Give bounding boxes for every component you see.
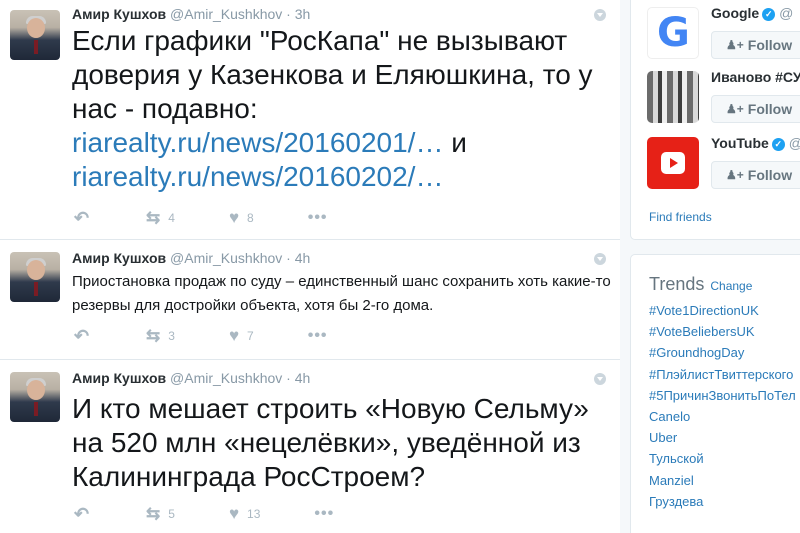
- like-button[interactable]: ♥ 13: [229, 504, 260, 524]
- tweet-text: Если графики "РосКапа" не вызывают довер…: [72, 25, 593, 192]
- avatar[interactable]: [10, 10, 60, 60]
- trends-card: Trends Change #Vote1DirectionUK #VoteBeli…: [630, 254, 800, 533]
- reply-button[interactable]: [74, 330, 92, 342]
- more-button[interactable]: •••: [308, 209, 328, 227]
- retweet-button[interactable]: ⇆ 5: [146, 504, 175, 524]
- follow-button[interactable]: ♟+ Follow: [711, 31, 800, 59]
- tweet[interactable]: Амир Кушхов @Amir_Kushkhov · 3h Если гра…: [0, 0, 620, 240]
- retweet-icon: ⇆: [146, 504, 161, 523]
- retweet-count: 3: [168, 329, 175, 343]
- trend-item[interactable]: #VoteBeliebersUK: [649, 321, 796, 342]
- reply-button[interactable]: [74, 508, 92, 520]
- trends-title: Trends Change: [649, 274, 753, 294]
- follow-button[interactable]: ♟+ Follow: [711, 95, 800, 123]
- author-name[interactable]: Амир Кушхов: [72, 250, 166, 266]
- add-user-icon: ♟+: [726, 168, 744, 182]
- tweet-actions: ⇆3 ♥7 •••: [74, 326, 382, 346]
- tweet[interactable]: Амир Кушхов @Amir_Kushkhov · 4h И кто ме…: [0, 360, 620, 533]
- more-button[interactable]: •••: [314, 505, 334, 523]
- tweet-actions: ⇆5 ♥13 •••: [74, 504, 388, 524]
- tweet-header: Амир Кушхов @Amir_Kushkhov · 4h: [72, 250, 311, 266]
- like-count: 7: [247, 329, 254, 343]
- reply-icon: [74, 330, 92, 342]
- like-button[interactable]: ♥ 7: [229, 326, 254, 346]
- youtube-logo[interactable]: [647, 137, 699, 189]
- tweet-link[interactable]: riarealty.ru/news/20160201/…: [72, 127, 443, 158]
- account-name[interactable]: Иваново #СУ: [711, 69, 800, 85]
- heart-icon: ♥: [228, 326, 240, 345]
- tweet-text: Приостановка продаж по суду – единственн…: [72, 273, 611, 314]
- change-trends-link[interactable]: Change: [710, 279, 752, 293]
- account-image[interactable]: [647, 71, 699, 123]
- trend-item[interactable]: Тульской: [649, 448, 796, 469]
- trend-item[interactable]: #Vote1DirectionUK: [649, 300, 796, 321]
- like-button[interactable]: ♥ 8: [229, 208, 254, 228]
- account-name[interactable]: YouTube✓ @: [711, 135, 800, 151]
- trend-item[interactable]: Canelo: [649, 406, 796, 427]
- avatar[interactable]: [10, 372, 60, 422]
- author-name[interactable]: Амир Кушхов: [72, 6, 166, 22]
- author-handle[interactable]: @Amir_Kushkhov: [170, 370, 282, 386]
- chevron-down-icon[interactable]: [594, 9, 606, 21]
- author-handle[interactable]: @Amir_Kushkhov: [170, 6, 282, 22]
- author-name[interactable]: Амир Кушхов: [72, 370, 166, 386]
- add-user-icon: ♟+: [726, 38, 744, 52]
- retweet-icon: ⇆: [146, 326, 161, 345]
- more-icon: •••: [307, 209, 328, 226]
- more-button[interactable]: •••: [308, 327, 328, 345]
- tweet-time[interactable]: 4h: [295, 250, 311, 266]
- trend-item[interactable]: Manziel: [649, 470, 796, 491]
- reply-icon: [74, 508, 92, 520]
- more-icon: •••: [307, 327, 328, 344]
- trend-item[interactable]: #5ПричинЗвонитьПоТел: [649, 385, 796, 406]
- chevron-down-icon[interactable]: [594, 253, 606, 265]
- tweet-time[interactable]: 4h: [295, 370, 311, 386]
- more-icon: •••: [314, 505, 335, 522]
- retweet-button[interactable]: ⇆ 3: [146, 326, 175, 346]
- heart-icon: ♥: [228, 504, 240, 523]
- retweet-button[interactable]: ⇆ 4: [146, 208, 175, 228]
- retweet-icon: ⇆: [146, 208, 161, 227]
- like-count: 8: [247, 211, 254, 225]
- account-name[interactable]: Google ✓ @: [711, 5, 793, 21]
- retweet-count: 5: [168, 507, 175, 521]
- timeline: Амир Кушхов @Amir_Kushkhov · 3h Если гра…: [0, 0, 620, 533]
- follow-button[interactable]: ♟+ Follow: [711, 161, 800, 189]
- trend-item[interactable]: #GroundhogDay: [649, 342, 796, 363]
- google-logo[interactable]: G: [647, 7, 699, 59]
- tweet-header: Амир Кушхов @Amir_Kushkhov · 4h: [72, 370, 311, 386]
- chevron-down-icon[interactable]: [594, 373, 606, 385]
- trend-item[interactable]: Груздева: [649, 491, 796, 512]
- trend-item[interactable]: #ПлэйлистТвиттерского: [649, 364, 796, 385]
- heart-icon: ♥: [228, 208, 240, 227]
- reply-button[interactable]: [74, 212, 92, 224]
- find-friends-link[interactable]: Find friends: [649, 210, 712, 224]
- tweet-link[interactable]: riarealty.ru/news/20160202/…: [72, 161, 443, 192]
- reply-icon: [74, 212, 92, 224]
- play-icon: [661, 152, 685, 174]
- trend-item[interactable]: Uber: [649, 427, 796, 448]
- trend-list: #Vote1DirectionUK #VoteBeliebersUK #Grou…: [649, 300, 796, 512]
- tweet-header: Амир Кушхов @Amir_Kushkhov · 3h: [72, 6, 311, 22]
- who-to-follow-card: G Google ✓ @ ♟+ Follow Иваново #СУ ♟+ Follo…: [630, 0, 800, 240]
- author-handle[interactable]: @Amir_Kushkhov: [170, 250, 282, 266]
- add-user-icon: ♟+: [726, 102, 744, 116]
- like-count: 13: [247, 507, 261, 521]
- avatar[interactable]: [10, 252, 60, 302]
- tweet-time[interactable]: 3h: [295, 6, 311, 22]
- retweet-count: 4: [168, 211, 175, 225]
- tweet-actions: ⇆4 ♥8 •••: [74, 208, 382, 228]
- tweet[interactable]: Амир Кушхов @Amir_Kushkhov · 4h Приостан…: [0, 240, 620, 360]
- verified-icon: ✓: [762, 8, 776, 21]
- tweet-text: И кто мешает строить «Новую Сельму» на 5…: [72, 393, 589, 492]
- verified-icon: ✓: [771, 138, 785, 151]
